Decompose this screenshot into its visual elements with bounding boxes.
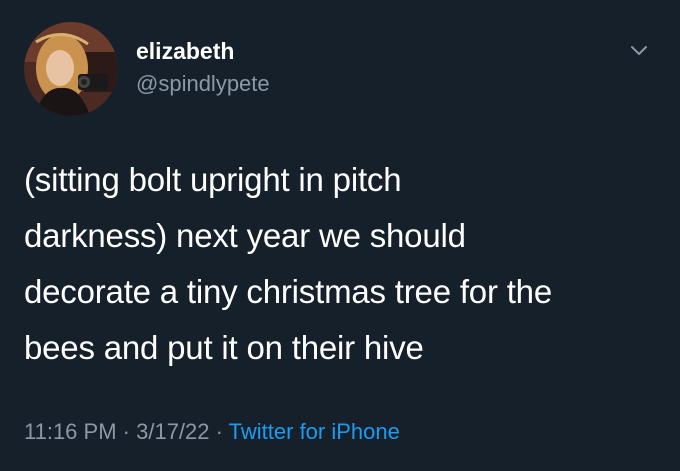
tweet-text: (sitting bolt upright in pitch darkness)… <box>24 152 664 376</box>
tweet-metadata: 11:16 PM · 3/17/22 · Twitter for iPhone <box>24 418 400 446</box>
user-names: elizabeth @spindlypete <box>136 37 270 99</box>
tweet-header: elizabeth @spindlypete <box>24 20 656 120</box>
avatar-image <box>24 22 118 116</box>
user-handle[interactable]: @spindlypete <box>136 69 270 99</box>
tweet-date[interactable]: 3/17/22 <box>136 419 209 444</box>
avatar[interactable] <box>24 22 118 116</box>
meta-separator: · <box>209 419 229 444</box>
tweet-text-line: decorate a tiny christmas tree for the <box>24 273 552 310</box>
tweet-text-line: bees and put it on their hive <box>24 329 424 366</box>
tweet-text-line: (sitting bolt upright in pitch <box>24 161 402 198</box>
tweet-source-link[interactable]: Twitter for iPhone <box>229 419 400 444</box>
tweet-card: elizabeth @spindlypete (sitting bolt upr… <box>0 0 680 471</box>
tweet-text-line: darkness) next year we should <box>24 217 466 254</box>
tweet-time[interactable]: 11:16 PM <box>24 419 117 444</box>
chevron-down-icon[interactable] <box>624 36 654 66</box>
display-name[interactable]: elizabeth <box>136 37 270 65</box>
meta-separator: · <box>116 419 137 444</box>
